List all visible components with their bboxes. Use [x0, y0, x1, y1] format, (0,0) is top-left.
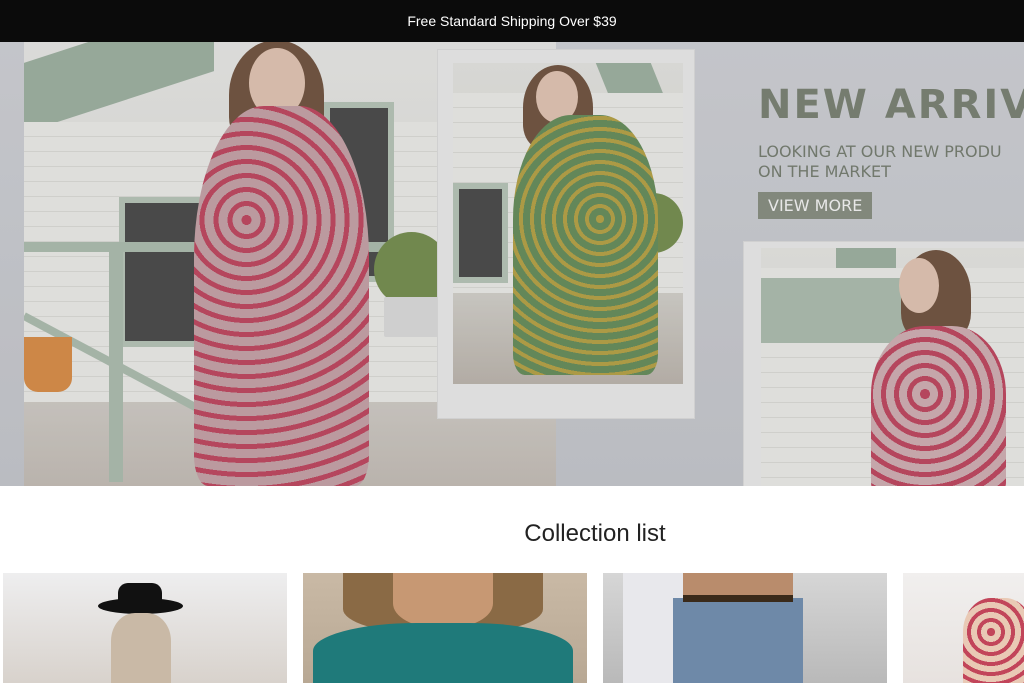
collection-card-1[interactable] — [3, 573, 287, 683]
announcement-text: Free Standard Shipping Over $39 — [407, 13, 617, 29]
hero-banner[interactable]: NEW ARRIVE LOOKING AT OUR NEW PRODU ON T… — [0, 42, 1024, 486]
pink-floral-dress — [194, 106, 369, 486]
collection-card-2[interactable] — [303, 573, 587, 683]
collection-card-4[interactable] — [903, 573, 1024, 683]
hero-subtitle: LOOKING AT OUR NEW PRODU ON THE MARKET — [758, 142, 1002, 181]
porch-awning — [761, 278, 911, 343]
hero-photo-secondary — [453, 63, 683, 384]
model-face — [899, 258, 939, 313]
collection-card-3[interactable] — [603, 573, 887, 683]
belt — [683, 595, 793, 602]
hero-title: NEW ARRIVE — [758, 82, 1024, 128]
house-window — [453, 183, 508, 283]
model-face — [393, 573, 493, 628]
teal-top — [313, 623, 573, 683]
floral-top — [963, 598, 1024, 683]
pink-dress-back — [871, 326, 1006, 486]
orange-planter — [24, 337, 72, 392]
announcement-bar: Free Standard Shipping Over $39 — [0, 0, 1024, 42]
plant-pot — [384, 297, 439, 337]
green-floral-dress — [513, 115, 658, 375]
collection-list — [3, 573, 1024, 683]
hero-photo-tertiary — [761, 248, 1024, 486]
hat-crown — [118, 583, 162, 608]
collection-title: Collection list — [524, 520, 666, 547]
view-more-button[interactable]: VIEW MORE — [758, 192, 873, 219]
model-hair — [111, 613, 171, 683]
denim-jeans — [673, 598, 803, 683]
roof-shape — [24, 42, 214, 133]
hero-text-block: NEW ARRIVE LOOKING AT OUR NEW PRODU ON T… — [758, 82, 1024, 219]
